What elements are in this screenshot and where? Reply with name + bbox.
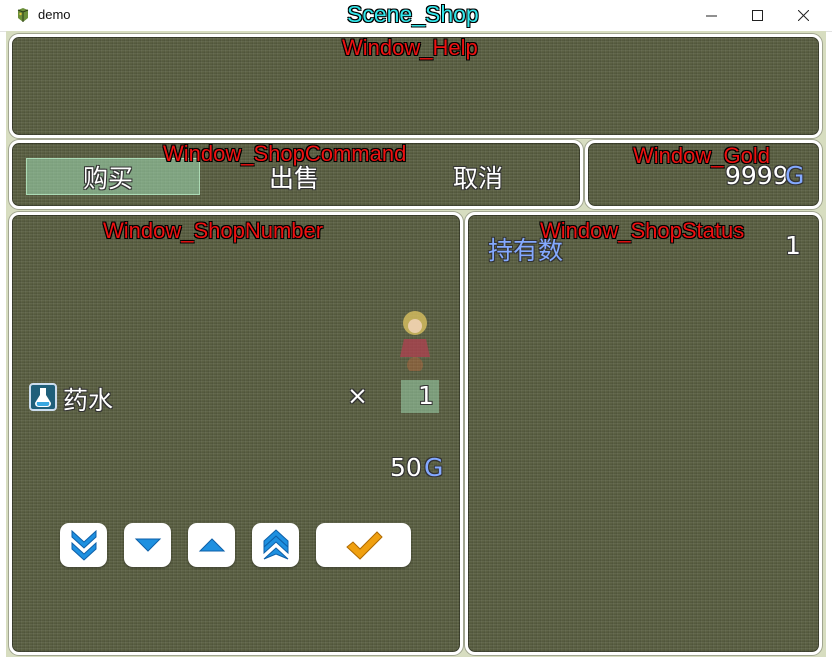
minimize-icon — [705, 15, 717, 17]
triangle-down-icon — [134, 538, 161, 552]
checkmark-icon — [345, 531, 383, 560]
command-buy[interactable]: 购买 — [83, 159, 133, 195]
help-window-label: Window_Help — [342, 35, 478, 60]
shop-status-window — [465, 212, 822, 655]
character-sprite — [400, 311, 430, 371]
potion-bottle-icon — [35, 388, 51, 407]
double-chevron-up-icon — [263, 529, 288, 560]
up-ten-button[interactable] — [252, 523, 299, 567]
triangle-up-icon — [198, 538, 225, 552]
shop-number-window-label: Window_ShopNumber — [103, 218, 324, 243]
minimize-button[interactable] — [688, 0, 734, 31]
close-button[interactable] — [780, 0, 826, 31]
ok-button[interactable] — [316, 523, 411, 567]
quantity-value: 1 — [418, 381, 434, 410]
scene-label: Scene_Shop — [347, 1, 479, 27]
double-chevron-down-icon — [71, 529, 96, 561]
maximize-button[interactable] — [734, 0, 780, 31]
down-ten-button[interactable] — [60, 523, 107, 567]
command-cancel[interactable]: 取消 — [453, 159, 503, 195]
possession-value: 1 — [785, 231, 801, 260]
up-one-button[interactable] — [188, 523, 235, 567]
close-icon — [797, 10, 809, 21]
gold-window-label: Window_Gold — [633, 143, 770, 168]
price-unit: G — [424, 453, 444, 482]
shop-status-window-label: Window_ShopStatus — [540, 218, 745, 243]
total-price: 50 — [390, 453, 422, 482]
potion-icon — [29, 383, 57, 411]
app-icon — [17, 8, 29, 22]
gold-unit: G — [785, 161, 805, 190]
maximize-icon — [751, 10, 763, 21]
item-name: 药水 — [63, 386, 114, 415]
shop-command-window-label: Window_ShopCommand — [163, 141, 407, 166]
times-sign: × — [347, 381, 368, 410]
shop-number-window — [9, 212, 463, 655]
down-one-button[interactable] — [124, 523, 171, 567]
game-canvas: Window_Help 购买 出售 取消 Window_ShopCommand … — [6, 31, 826, 657]
window-title: demo — [38, 7, 71, 22]
